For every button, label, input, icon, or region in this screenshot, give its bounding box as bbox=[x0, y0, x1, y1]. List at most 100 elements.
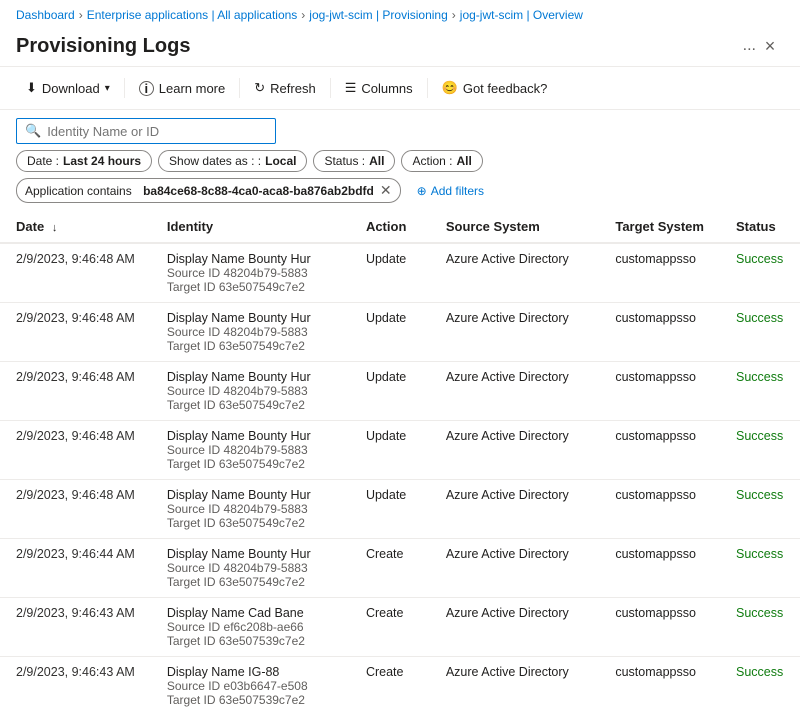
app-filter-chip: Application contains ba84ce68-8c88-4ca0-… bbox=[16, 178, 401, 203]
table-header-row: Date ↓ Identity Action Source System Tar… bbox=[0, 211, 800, 243]
table-row[interactable]: 2/9/2023, 9:46:43 AM Display Name Cad Ba… bbox=[0, 598, 800, 657]
status-cell: Success bbox=[720, 539, 800, 598]
action-cell: Update bbox=[350, 243, 430, 303]
status-badge: Success bbox=[736, 429, 783, 443]
refresh-button[interactable]: ↻ Refresh bbox=[244, 75, 325, 101]
identity-source-id: Source ID 48204b79-5883 bbox=[167, 384, 334, 398]
identity-source-id: Source ID 48204b79-5883 bbox=[167, 502, 334, 516]
close-button[interactable]: × bbox=[756, 32, 784, 60]
source-system-cell: Azure Active Directory bbox=[430, 243, 600, 303]
date-cell: 2/9/2023, 9:46:48 AM bbox=[0, 421, 151, 480]
date-cell: 2/9/2023, 9:46:48 AM bbox=[0, 480, 151, 539]
status-badge: Success bbox=[736, 547, 783, 561]
column-header-status[interactable]: Status bbox=[720, 211, 800, 243]
download-icon: ⬇ bbox=[26, 80, 37, 96]
identity-name: Display Name Bounty Hur bbox=[167, 252, 334, 266]
columns-label: Columns bbox=[361, 81, 412, 96]
status-cell: Success bbox=[720, 657, 800, 715]
download-button[interactable]: ⬇ Download ▾ bbox=[16, 75, 120, 101]
identity-target-id: Target ID 63e507539c7e2 bbox=[167, 634, 334, 648]
target-system-cell: customappsso bbox=[599, 598, 720, 657]
date-filter-label: Date : bbox=[27, 154, 59, 168]
filters-area: 🔍 Date : Last 24 hours Show dates as : :… bbox=[0, 110, 800, 211]
column-header-source-system[interactable]: Source System bbox=[430, 211, 600, 243]
breadcrumb-sep-1: › bbox=[79, 8, 83, 22]
identity-cell: Display Name Bounty Hur Source ID 48204b… bbox=[151, 243, 350, 303]
app-filter-label: Application contains bbox=[25, 184, 132, 198]
show-dates-value: Local bbox=[265, 154, 296, 168]
breadcrumb-enterprise[interactable]: Enterprise applications | All applicatio… bbox=[87, 8, 298, 22]
column-header-action[interactable]: Action bbox=[350, 211, 430, 243]
identity-source-id: Source ID ef6c208b-ae66 bbox=[167, 620, 334, 634]
column-header-target-system[interactable]: Target System bbox=[599, 211, 720, 243]
toolbar-sep-4 bbox=[427, 78, 428, 98]
table-row[interactable]: 2/9/2023, 9:46:48 AM Display Name Bounty… bbox=[0, 362, 800, 421]
breadcrumb-provisioning[interactable]: jog-jwt-scim | Provisioning bbox=[309, 8, 448, 22]
table-row[interactable]: 2/9/2023, 9:46:48 AM Display Name Bounty… bbox=[0, 303, 800, 362]
download-chevron-icon: ▾ bbox=[105, 83, 110, 94]
identity-source-id: Source ID e03b6647-e508 bbox=[167, 679, 334, 693]
breadcrumb-dashboard[interactable]: Dashboard bbox=[16, 8, 75, 22]
breadcrumb-sep-3: › bbox=[452, 8, 456, 22]
status-filter-label: Status : bbox=[324, 154, 365, 168]
identity-name: Display Name Bounty Hur bbox=[167, 488, 334, 502]
column-header-identity[interactable]: Identity bbox=[151, 211, 350, 243]
feedback-label: Got feedback? bbox=[463, 81, 548, 96]
column-header-date[interactable]: Date ↓ bbox=[0, 211, 151, 243]
identity-cell: Display Name Bounty Hur Source ID 48204b… bbox=[151, 539, 350, 598]
status-badge: Success bbox=[736, 488, 783, 502]
status-badge: Success bbox=[736, 606, 783, 620]
breadcrumb-overview[interactable]: jog-jwt-scim | Overview bbox=[460, 8, 583, 22]
date-cell: 2/9/2023, 9:46:48 AM bbox=[0, 362, 151, 421]
source-system-cell: Azure Active Directory bbox=[430, 598, 600, 657]
status-cell: Success bbox=[720, 303, 800, 362]
search-input[interactable] bbox=[47, 124, 267, 139]
status-badge: Success bbox=[736, 370, 783, 384]
toolbar-sep-2 bbox=[239, 78, 240, 98]
identity-name: Display Name IG-88 bbox=[167, 665, 334, 679]
status-cell: Success bbox=[720, 421, 800, 480]
feedback-button[interactable]: 😊 Got feedback? bbox=[432, 75, 558, 101]
source-system-cell: Azure Active Directory bbox=[430, 421, 600, 480]
table-row[interactable]: 2/9/2023, 9:46:44 AM Display Name Bounty… bbox=[0, 539, 800, 598]
date-cell: 2/9/2023, 9:46:48 AM bbox=[0, 303, 151, 362]
table-row[interactable]: 2/9/2023, 9:46:48 AM Display Name Bounty… bbox=[0, 243, 800, 303]
date-cell: 2/9/2023, 9:46:43 AM bbox=[0, 598, 151, 657]
show-dates-filter-chip[interactable]: Show dates as : : Local bbox=[158, 150, 307, 172]
action-filter-chip[interactable]: Action : All bbox=[401, 150, 482, 172]
action-cell: Update bbox=[350, 480, 430, 539]
identity-name: Display Name Cad Bane bbox=[167, 606, 334, 620]
add-filters-button[interactable]: ⊕ Add filters bbox=[407, 181, 494, 201]
status-filter-value: All bbox=[369, 154, 384, 168]
identity-cell: Display Name Cad Bane Source ID ef6c208b… bbox=[151, 598, 350, 657]
refresh-label: Refresh bbox=[270, 81, 316, 96]
panel-ellipsis[interactable]: ... bbox=[743, 37, 756, 55]
table-row[interactable]: 2/9/2023, 9:46:43 AM Display Name IG-88 … bbox=[0, 657, 800, 715]
status-badge: Success bbox=[736, 311, 783, 325]
table-row[interactable]: 2/9/2023, 9:46:48 AM Display Name Bounty… bbox=[0, 421, 800, 480]
identity-name: Display Name Bounty Hur bbox=[167, 547, 334, 561]
search-box[interactable]: 🔍 bbox=[16, 118, 276, 144]
date-filter-chip[interactable]: Date : Last 24 hours bbox=[16, 150, 152, 172]
identity-source-id: Source ID 48204b79-5883 bbox=[167, 561, 334, 575]
status-cell: Success bbox=[720, 362, 800, 421]
status-badge: Success bbox=[736, 665, 783, 679]
learn-more-button[interactable]: i Learn more bbox=[129, 76, 235, 101]
refresh-icon: ↻ bbox=[254, 80, 265, 96]
identity-cell: Display Name Bounty Hur Source ID 48204b… bbox=[151, 480, 350, 539]
funnel-icon: ⊕ bbox=[417, 184, 427, 198]
columns-button[interactable]: ☰ Columns bbox=[335, 75, 423, 101]
table-row[interactable]: 2/9/2023, 9:46:48 AM Display Name Bounty… bbox=[0, 480, 800, 539]
info-icon: i bbox=[139, 81, 154, 96]
identity-cell: Display Name Bounty Hur Source ID 48204b… bbox=[151, 421, 350, 480]
columns-icon: ☰ bbox=[345, 80, 357, 96]
identity-cell: Display Name Bounty Hur Source ID 48204b… bbox=[151, 303, 350, 362]
source-system-cell: Azure Active Directory bbox=[430, 362, 600, 421]
target-system-cell: customappsso bbox=[599, 243, 720, 303]
learn-more-label: Learn more bbox=[159, 81, 225, 96]
identity-source-id: Source ID 48204b79-5883 bbox=[167, 325, 334, 339]
action-cell: Create bbox=[350, 598, 430, 657]
app-filter-close-icon[interactable]: ✕ bbox=[380, 182, 392, 199]
target-system-cell: customappsso bbox=[599, 303, 720, 362]
status-filter-chip[interactable]: Status : All bbox=[313, 150, 395, 172]
